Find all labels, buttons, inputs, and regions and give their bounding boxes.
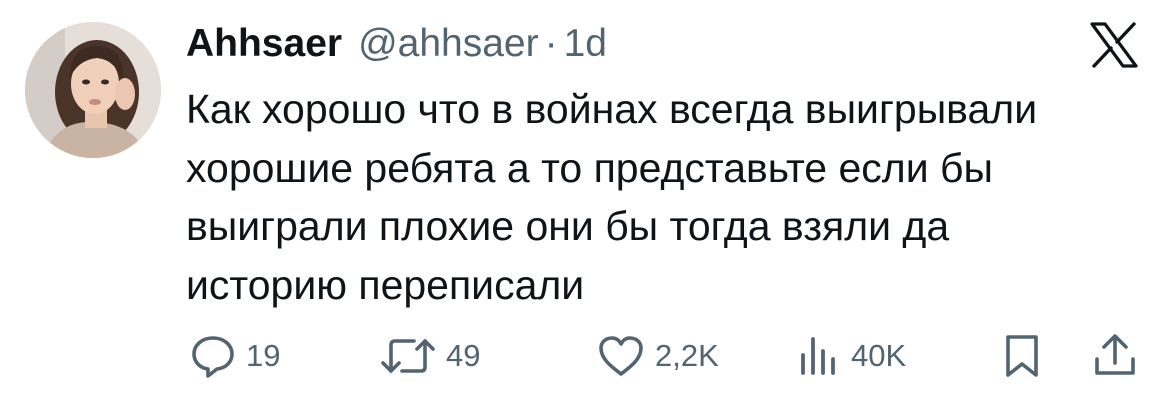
views-count: 40K (851, 338, 907, 373)
retweet-icon (381, 339, 435, 373)
like-count: 2,2K (655, 338, 719, 373)
views-icon (801, 337, 835, 375)
tweet-text-line: историю переписали (186, 261, 585, 308)
heart-icon (599, 336, 643, 376)
timestamp[interactable]: 1d (564, 22, 607, 66)
x-logo[interactable] (1090, 22, 1138, 68)
display-name[interactable]: Ahhsaer (186, 22, 342, 66)
share-button[interactable] (1093, 333, 1137, 379)
like-button[interactable]: 2,2K (597, 333, 719, 379)
tweet-card: Ahhsaer @ahhsaer · 1d Как хорошо что в в… (0, 0, 1170, 405)
reply-button[interactable]: 19 (190, 333, 280, 379)
header-separator: · (544, 22, 558, 65)
avatar[interactable] (25, 22, 161, 158)
avatar-image (25, 22, 161, 158)
user-handle[interactable]: @ahhsaer (358, 22, 539, 66)
bookmark-button[interactable] (1002, 333, 1042, 379)
tweet-text-line: выиграли плохие они бы тогда взяли да (186, 203, 950, 249)
bookmark-icon (1006, 335, 1038, 377)
tweet-text-line: хорошие ребята а то представьте если бы (186, 144, 993, 191)
reply-icon (192, 336, 234, 378)
retweet-button[interactable]: 49 (380, 333, 480, 379)
reply-count: 19 (246, 338, 281, 373)
retweet-count: 49 (446, 338, 481, 373)
tweet-text: Как хорошо что в войнах всегда выигрывал… (186, 80, 1156, 314)
share-icon (1095, 334, 1135, 375)
tweet-header: Ahhsaer @ahhsaer · 1d (186, 18, 607, 70)
tweet-text-line: Как хорошо что в войнах всегда выигрывал… (186, 86, 1038, 132)
views-button[interactable]: 40K (797, 333, 906, 379)
x-logo-icon (1090, 22, 1138, 68)
